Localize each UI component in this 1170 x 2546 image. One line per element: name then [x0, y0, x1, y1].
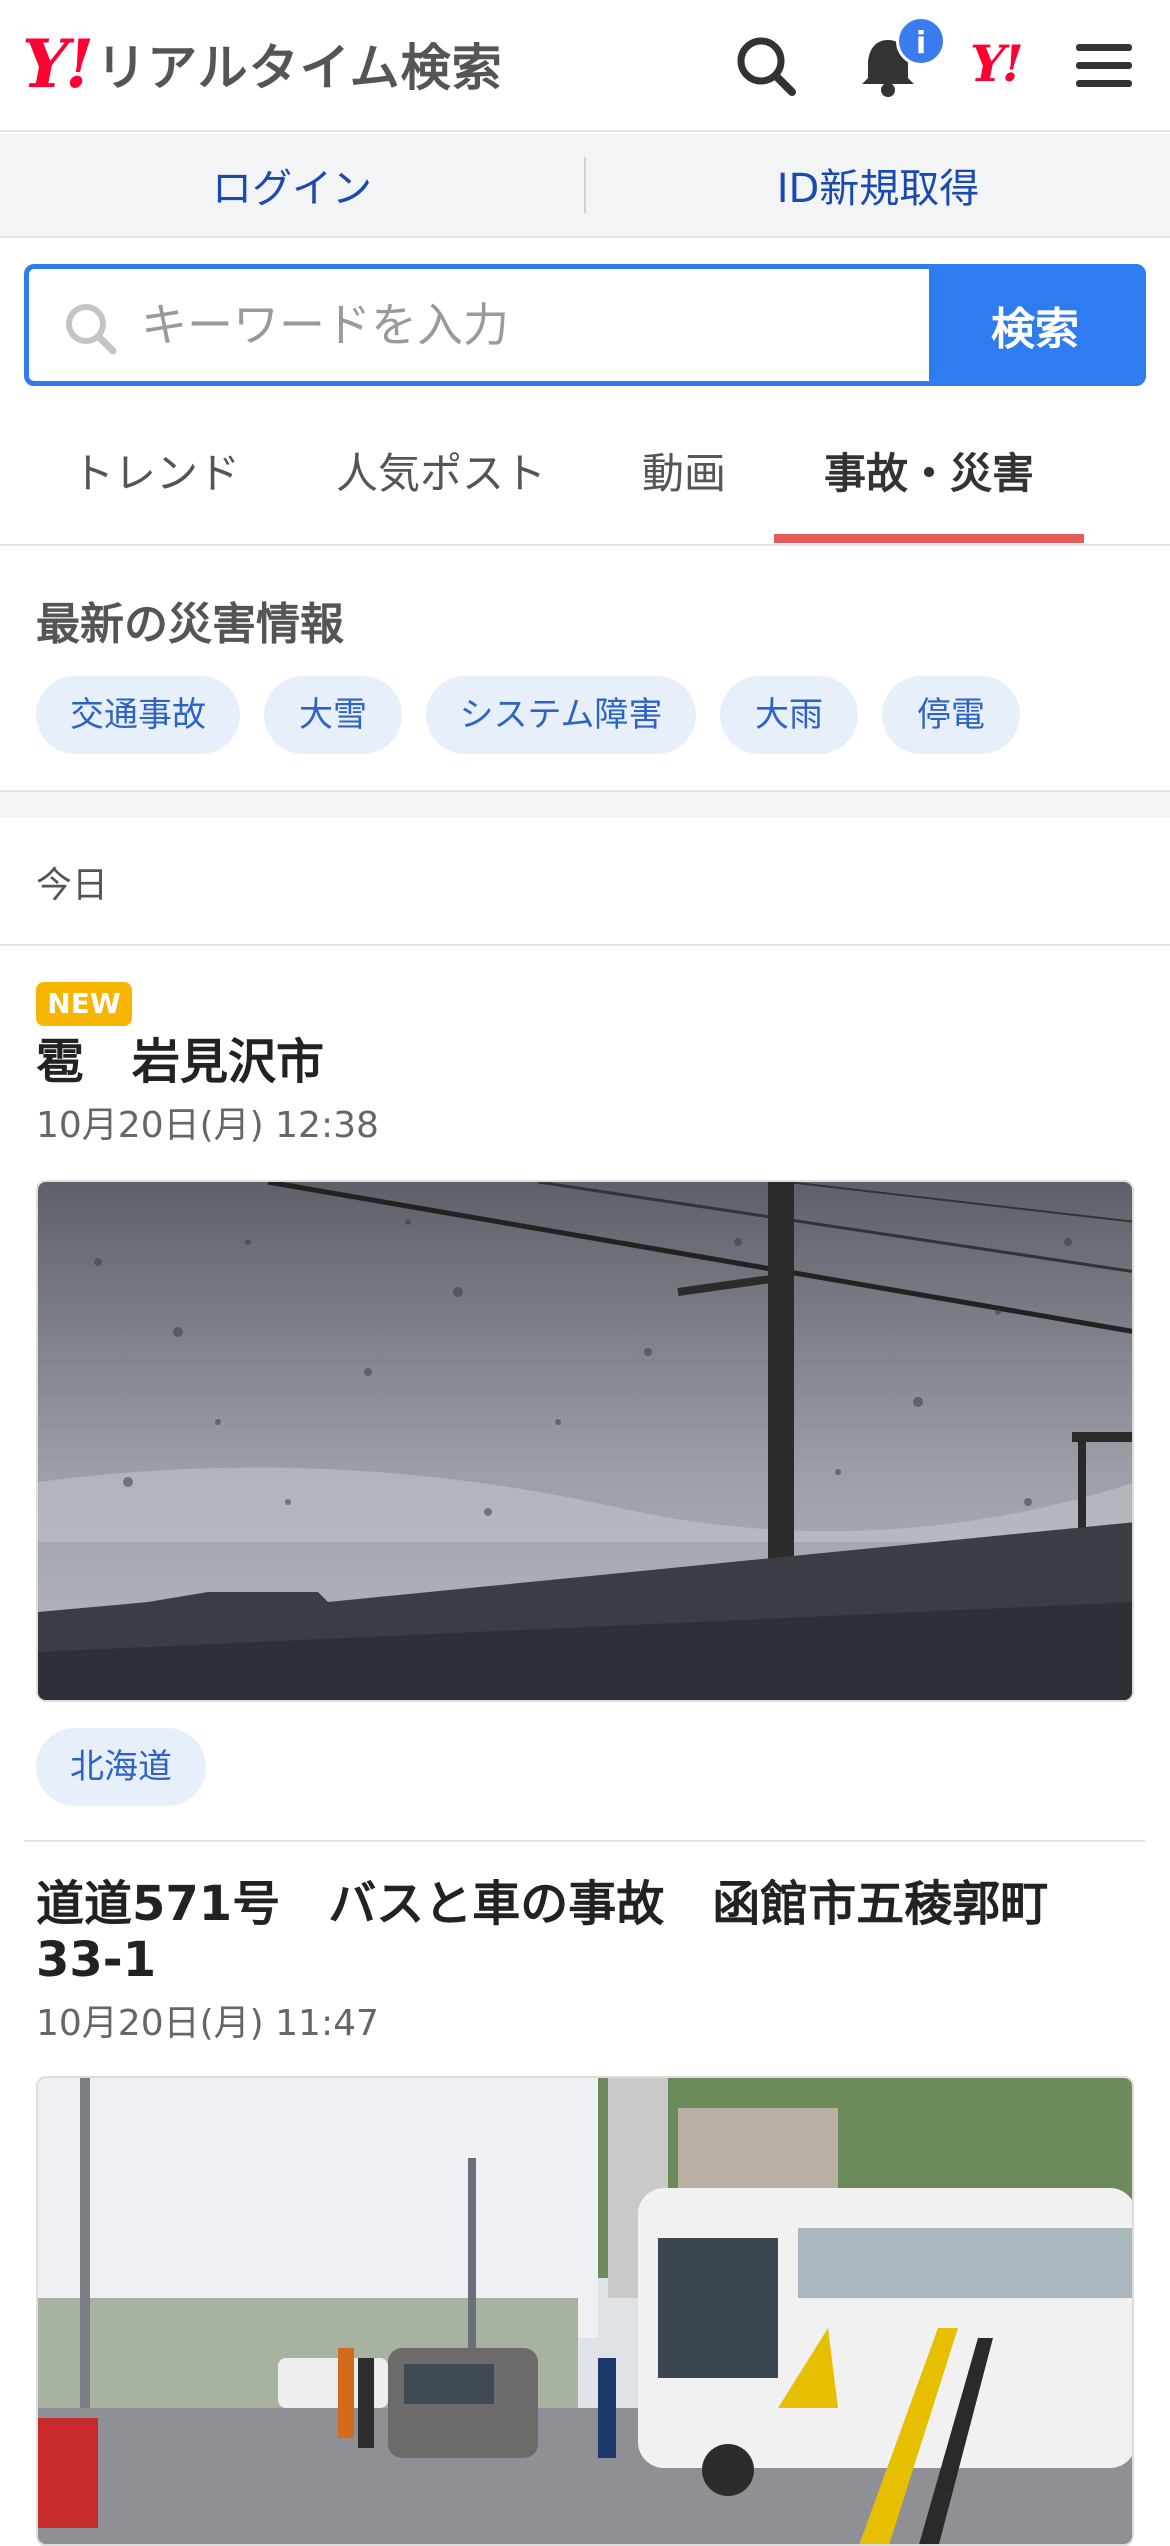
- search-button[interactable]: 検索: [929, 269, 1141, 381]
- tab-videos[interactable]: 動画: [642, 440, 726, 501]
- chip-traffic-accident[interactable]: 交通事故: [36, 676, 240, 754]
- notification-badge: i: [896, 16, 946, 66]
- chip-heavy-snow[interactable]: 大雪: [264, 676, 402, 754]
- hail-sky-photo: [38, 1182, 1132, 1700]
- post-photo[interactable]: [36, 1180, 1134, 1702]
- tab-accidents-disasters[interactable]: 事故・災害: [824, 440, 1034, 501]
- search-field-icon: [66, 304, 117, 355]
- disaster-info-title: 最新の災害情報: [36, 599, 344, 650]
- post-timestamp: 10月20日(月) 12:38: [36, 1105, 379, 1146]
- site-logo[interactable]: Y! リアルタイム検索: [22, 28, 503, 100]
- search-box: 検索: [24, 264, 1146, 386]
- login-link[interactable]: ログイン: [0, 156, 584, 214]
- post-title[interactable]: 道道571号 バスと車の事故 函館市五稜郭町33-1: [36, 1876, 1134, 1988]
- app-header: Y! リアルタイム検索 i Y!: [0, 0, 1170, 132]
- post-title[interactable]: 雹 岩見沢市: [36, 1034, 324, 1090]
- tab-popular-posts[interactable]: 人気ポスト: [336, 440, 546, 501]
- post-divider: [24, 1840, 1146, 1842]
- chip-power-outage[interactable]: 停電: [882, 676, 1020, 754]
- date-heading-divider: [0, 944, 1170, 946]
- date-heading: 今日: [36, 865, 109, 906]
- new-badge: NEW: [36, 982, 132, 1026]
- account-bar: ログイン ID新規取得: [0, 134, 1170, 238]
- tab-trend[interactable]: トレンド: [72, 440, 240, 501]
- search-icon[interactable]: [730, 30, 802, 102]
- post-timestamp: 10月20日(月) 11:47: [36, 2003, 379, 2044]
- category-tabs: トレンド 人気ポスト 動画 事故・災害: [0, 400, 1170, 546]
- yahoo-logo-mark: Y!: [22, 25, 94, 103]
- chip-heavy-rain[interactable]: 大雨: [720, 676, 858, 754]
- search-input[interactable]: [141, 283, 941, 367]
- site-title: リアルタイム検索: [96, 39, 503, 97]
- section-separator: [0, 790, 1170, 818]
- signup-link[interactable]: ID新規取得: [586, 156, 1170, 214]
- menu-icon[interactable]: [1068, 30, 1140, 102]
- chip-system-failure[interactable]: システム障害: [426, 676, 696, 754]
- post-photo[interactable]: [36, 2076, 1134, 2546]
- active-tab-indicator: [774, 534, 1084, 543]
- bus-accident-photo: [38, 2078, 1132, 2544]
- yahoo-logo-icon[interactable]: Y!: [970, 34, 1024, 93]
- location-chip[interactable]: 北海道: [36, 1728, 206, 1806]
